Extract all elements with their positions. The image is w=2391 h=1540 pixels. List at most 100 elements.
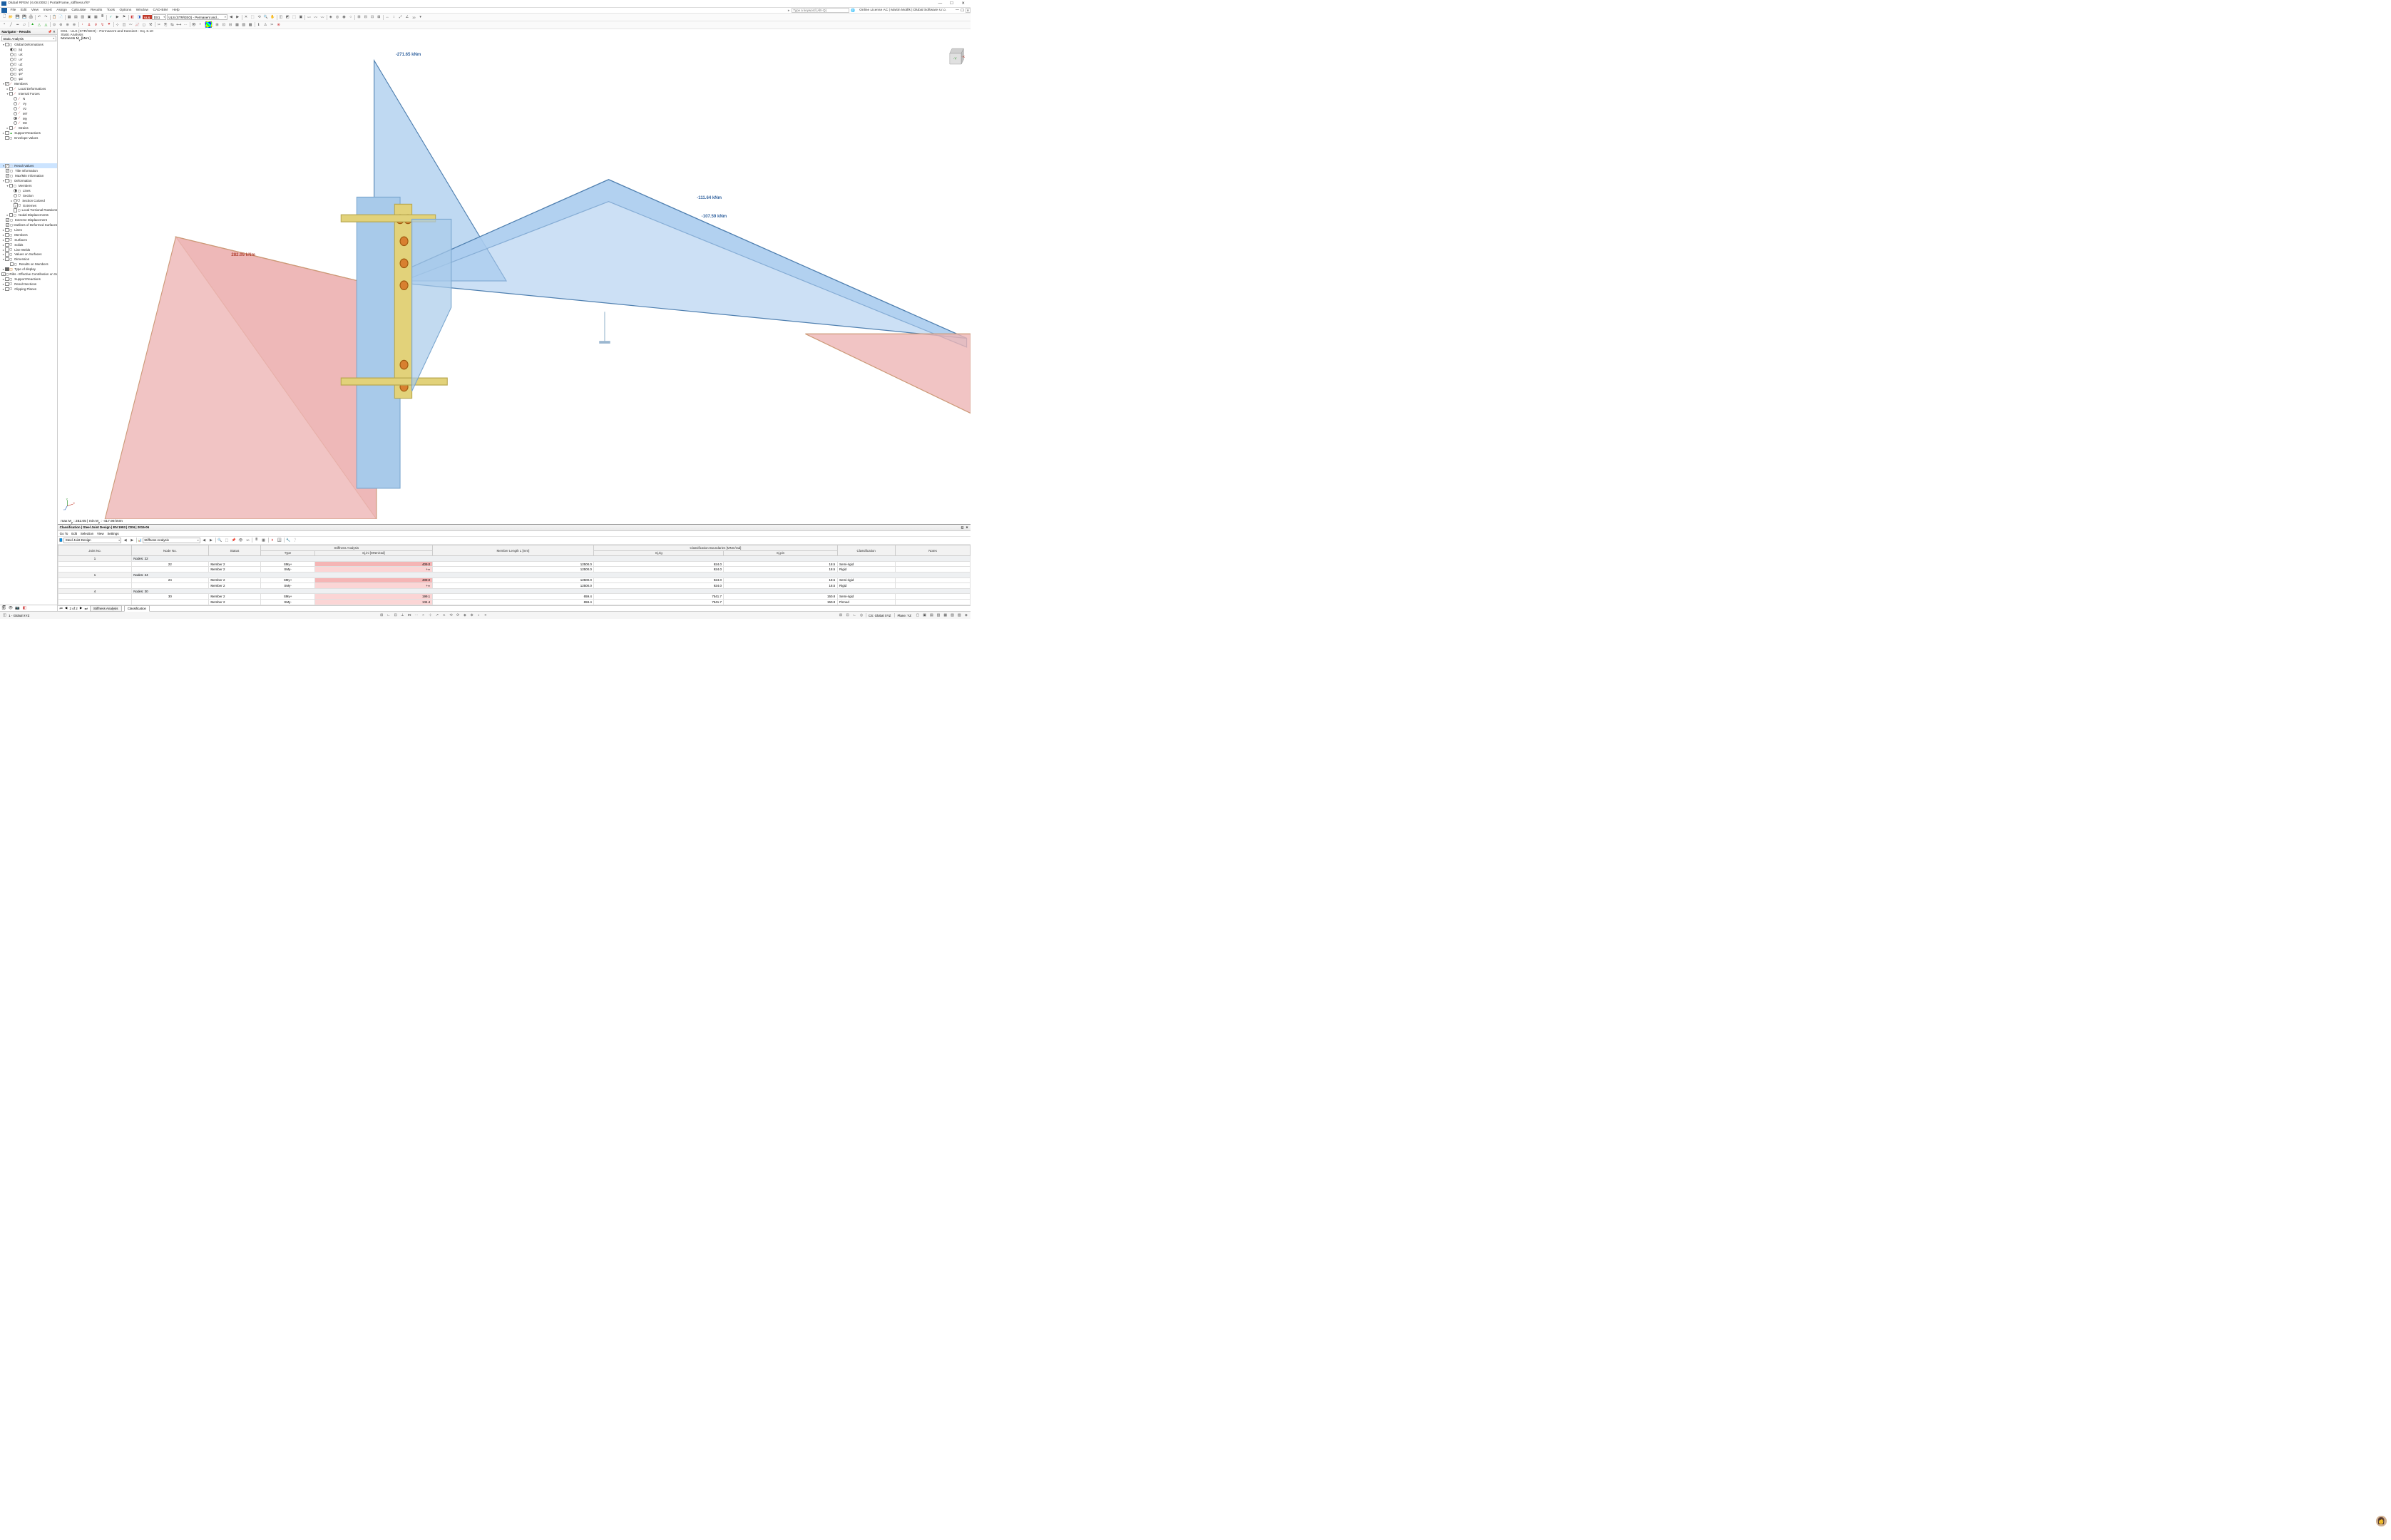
render2-icon[interactable]: ◩ (285, 14, 291, 21)
nav-eye-icon[interactable]: 👁 (8, 605, 13, 610)
tree-g-lines[interactable]: ▸◻Lines (0, 227, 57, 232)
snap3-icon[interactable]: ⊡ (369, 14, 376, 21)
nav-res-icon[interactable]: ◧ (22, 605, 27, 610)
flag-icon[interactable]: ⚑ (121, 14, 127, 21)
results-float-icon[interactable]: ◱ (961, 525, 965, 530)
minimize-button[interactable]: — (934, 0, 946, 7)
menu-tools[interactable]: Tools (105, 8, 118, 13)
grid1-icon[interactable]: ⊞ (214, 21, 220, 28)
col-sjini[interactable]: Sj,ini [MNm/rad] (315, 550, 432, 556)
hinge1-icon[interactable]: ⊙ (51, 21, 58, 28)
tree-g-dimension[interactable]: ▾◻Dimension (0, 257, 57, 262)
warn-icon[interactable]: ⚠ (262, 21, 269, 28)
axis2-icon[interactable]: ◫ (121, 21, 127, 28)
obj2-icon[interactable]: ◉ (341, 14, 347, 21)
tree-g-sr[interactable]: ▸◻Support Reactions (0, 277, 57, 282)
doc-close-button[interactable]: ✕ (966, 8, 970, 12)
edit5-icon[interactable]: ⋯ (183, 21, 189, 28)
sb-3-icon[interactable]: ⊡ (393, 612, 399, 618)
paste-icon[interactable]: 📄 (58, 14, 64, 21)
pager-last-icon[interactable]: ⏭ (85, 607, 88, 610)
edit1-icon[interactable]: ✂ (155, 21, 162, 28)
dim2-icon[interactable]: ↕ (391, 14, 397, 21)
zoom-icon[interactable]: 🔍 (262, 14, 269, 21)
tree-def-lines[interactable]: ◻Lines (0, 188, 57, 193)
vis1-icon[interactable]: 👁 (190, 21, 197, 28)
sb-ortho-icon[interactable]: ∟ (851, 612, 857, 618)
tree-g-linewelds[interactable]: ▸◻Line Welds (0, 247, 57, 252)
sb-v5-icon[interactable]: ▦ (943, 612, 948, 618)
table-group-row[interactable]: 1Nodes: 24 (58, 572, 971, 578)
view1-icon[interactable]: ▦ (66, 14, 73, 21)
col-sjpin[interactable]: Sj,pin (724, 550, 837, 556)
obj1-icon[interactable]: ◎ (334, 14, 341, 21)
menu-window[interactable]: Window (134, 8, 151, 13)
menu-results[interactable]: Results (88, 8, 105, 13)
res2-icon[interactable]: ◨ (135, 14, 142, 21)
dim1-icon[interactable]: ↔ (384, 14, 391, 21)
tree-vz[interactable]: ⟋Vz (0, 106, 57, 111)
sb-4-icon[interactable]: ⟂ (399, 612, 405, 618)
menu-assign[interactable]: Assign (54, 8, 69, 13)
iso-icon[interactable]: ◈ (327, 14, 334, 21)
undo-icon[interactable]: ↶ (36, 14, 43, 21)
sb-7-icon[interactable]: × (420, 612, 426, 618)
load2-icon[interactable]: ⇊ (86, 21, 92, 28)
wire-icon[interactable]: ⬚ (291, 14, 297, 21)
view4-icon[interactable]: ▣ (86, 14, 92, 21)
tree-g-solids[interactable]: ▸◻Solids (0, 242, 57, 247)
redo-icon[interactable]: ↷ (43, 14, 49, 21)
grid4-icon[interactable]: ▦ (234, 21, 240, 28)
calc-icon[interactable]: 🖩 (99, 14, 106, 21)
table-group-row[interactable]: 4Nodes: 30 (58, 588, 971, 594)
new-icon[interactable]: 🗋 (1, 14, 8, 21)
sb-v6-icon[interactable]: ▧ (949, 612, 955, 618)
tree-outlines[interactable]: ◻Outlines of Deformed Surfaces (0, 222, 57, 227)
sb-10-icon[interactable]: A (441, 612, 447, 618)
save-icon[interactable]: 💾 (14, 14, 21, 21)
status-cs[interactable]: CS: Global XYZ (866, 613, 894, 618)
menu-calculate[interactable]: Calculate (69, 8, 88, 13)
results-next2-icon[interactable]: ▶ (208, 537, 214, 543)
tree-def-section[interactable]: ◻Section (0, 193, 57, 198)
tree-ribs[interactable]: ◻Ribs - Effective Contribution on Surfac… (0, 272, 57, 277)
axis1-icon[interactable]: ⊹ (114, 21, 121, 28)
sb-6-icon[interactable]: ⋯ (414, 612, 419, 618)
saveall-icon[interactable]: 💾 (21, 14, 28, 21)
table-row[interactable]: 30Member 2SMy+199.1659.47541.7150.8Semi-… (58, 594, 971, 600)
pager-tab-stiff[interactable]: Stiffness Analysis (90, 605, 122, 612)
sb-v4-icon[interactable]: ▥ (936, 612, 941, 618)
tree-g-members[interactable]: ▸◻Members (0, 232, 57, 237)
check-icon[interactable]: ✓ (108, 14, 114, 21)
hinge3-icon[interactable]: ⊛ (64, 21, 71, 28)
results-menu-view[interactable]: View (97, 532, 104, 535)
grid5-icon[interactable]: ▨ (240, 21, 247, 28)
table-row[interactable]: Member 2SMy-+∞12500.0924.018.5Rigid (58, 583, 971, 589)
cursor-icon[interactable]: ✕ (242, 14, 249, 21)
sb-snap-icon[interactable]: ⊡ (845, 612, 851, 618)
doc-min-icon[interactable]: — (956, 9, 959, 12)
sb-12-icon[interactable]: ⟳ (455, 612, 461, 618)
pager-next-icon[interactable]: ▶ (80, 606, 82, 610)
tree-members[interactable]: ▾⟋Members (0, 81, 57, 86)
dim3-icon[interactable]: ⤢ (397, 14, 404, 21)
app-menu-icon[interactable] (1, 8, 6, 13)
close-button[interactable]: ✕ (958, 0, 969, 7)
col-status[interactable]: Status (208, 545, 260, 555)
tree-g-vos[interactable]: ▸◻Values on Surfaces (0, 252, 57, 257)
results-sel-icon[interactable]: ⬚ (224, 537, 230, 543)
snap2-icon[interactable]: ⊟ (362, 14, 369, 21)
viewport-canvas[interactable]: -271.65 kNm 282.05 kNm -111.64 kNm -107.… (58, 43, 971, 519)
tree-deformation[interactable]: ▾◻Deformation (0, 178, 57, 183)
sb-v3-icon[interactable]: ▤ (928, 612, 934, 618)
tree-g-rs[interactable]: ▸◻Result Sections (0, 282, 57, 287)
sb-13-icon[interactable]: ◈ (462, 612, 468, 618)
results-wrench-icon[interactable]: 🔧 (285, 537, 292, 543)
tree-mz[interactable]: ⟋Mz (0, 120, 57, 125)
sb-8-icon[interactable]: ⊹ (427, 612, 433, 618)
col-notes[interactable]: Notes (895, 545, 971, 555)
maximize-button[interactable]: ☐ (946, 0, 957, 7)
view2-icon[interactable]: ▤ (73, 14, 79, 21)
sb-v7-icon[interactable]: ▨ (956, 612, 962, 618)
table-row[interactable]: 24Member 2SMy+409.012500.0924.018.5Semi-… (58, 578, 971, 583)
